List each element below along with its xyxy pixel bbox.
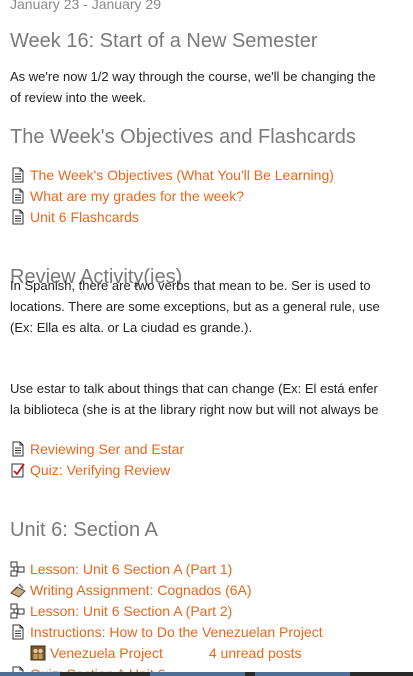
lesson-part2-label[interactable]: Lesson: Unit 6 Section A (Part 2) (30, 603, 232, 619)
page-icon (10, 167, 26, 183)
taskbar-segment (150, 672, 245, 676)
lesson-part2-link[interactable]: Lesson: Unit 6 Section A (Part 2) (10, 600, 232, 621)
forum-icon (30, 645, 46, 661)
week-intro-line: of review into the week. (10, 90, 146, 105)
course-page: January 23 - January 29 Week 16: Start o… (0, 0, 413, 676)
estar-line: la biblioteca (she is at the library rig… (10, 402, 379, 417)
venezuelan-instructions-link[interactable]: Instructions: How to Do the Venezuelan P… (10, 621, 323, 642)
page-icon (10, 188, 26, 204)
lesson-icon (10, 603, 26, 619)
ser-estar-paragraph: In Spanish, there are two verbs that mea… (10, 275, 380, 338)
lesson-icon (10, 561, 26, 577)
estar-paragraph: Use estar to talk about things that can … (10, 378, 379, 420)
objectives-title: The Week's Objectives and Flashcards (10, 126, 356, 148)
flashcards-link[interactable]: Unit 6 Flashcards (10, 206, 139, 227)
assignment-icon (10, 582, 26, 598)
writing-assignment-link[interactable]: Writing Assignment: Cognados (6A) (10, 579, 252, 600)
unread-posts-link[interactable]: 4 unread posts (209, 645, 302, 661)
page-icon (10, 624, 26, 640)
ser-estar-line: locations. There are some exceptions, bu… (10, 299, 380, 314)
venezuela-forum-link[interactable]: Venezuela Project 4 unread posts (30, 642, 301, 663)
verifying-review-quiz-label[interactable]: Quiz: Verifying Review (30, 462, 170, 478)
week-title: Week 16: Start of a New Semester (10, 30, 318, 52)
lesson-part1-link[interactable]: Lesson: Unit 6 Section A (Part 1) (10, 558, 232, 579)
taskbar-segment (0, 672, 60, 676)
reviewing-ser-estar-label[interactable]: Reviewing Ser and Estar (30, 441, 184, 457)
week-intro: As we're now 1/2 way through the course,… (10, 66, 376, 108)
taskbar-segment (255, 672, 350, 676)
grades-link-label[interactable]: What are my grades for the week? (30, 188, 244, 204)
objectives-link-label[interactable]: The Week's Objectives (What You'll Be Le… (30, 167, 334, 183)
ser-estar-line: (Ex: Ella es alta. or La ciudad es grand… (10, 320, 253, 335)
date-range: January 23 - January 29 (10, 0, 161, 12)
flashcards-link-label[interactable]: Unit 6 Flashcards (30, 209, 139, 225)
unit6-title: Unit 6: Section A (10, 519, 158, 541)
page-icon (10, 441, 26, 457)
page-icon (10, 209, 26, 225)
verifying-review-quiz-link[interactable]: Quiz: Verifying Review (10, 459, 170, 480)
estar-line: Use estar to talk about things that can … (10, 381, 378, 396)
reviewing-ser-estar-link[interactable]: Reviewing Ser and Estar (10, 438, 184, 459)
objectives-link[interactable]: The Week's Objectives (What You'll Be Le… (10, 164, 334, 185)
lesson-part1-label[interactable]: Lesson: Unit 6 Section A (Part 1) (30, 561, 232, 577)
grades-link[interactable]: What are my grades for the week? (10, 185, 244, 206)
ser-estar-line: In Spanish, there are two verbs that mea… (10, 278, 371, 293)
writing-assignment-label[interactable]: Writing Assignment: Cognados (6A) (30, 582, 252, 598)
venezuela-forum-label[interactable]: Venezuela Project (50, 645, 163, 661)
venezuelan-instructions-label[interactable]: Instructions: How to Do the Venezuelan P… (30, 624, 323, 640)
taskbar (0, 672, 413, 676)
quiz-icon (10, 462, 26, 478)
week-intro-line: As we're now 1/2 way through the course,… (10, 69, 376, 84)
